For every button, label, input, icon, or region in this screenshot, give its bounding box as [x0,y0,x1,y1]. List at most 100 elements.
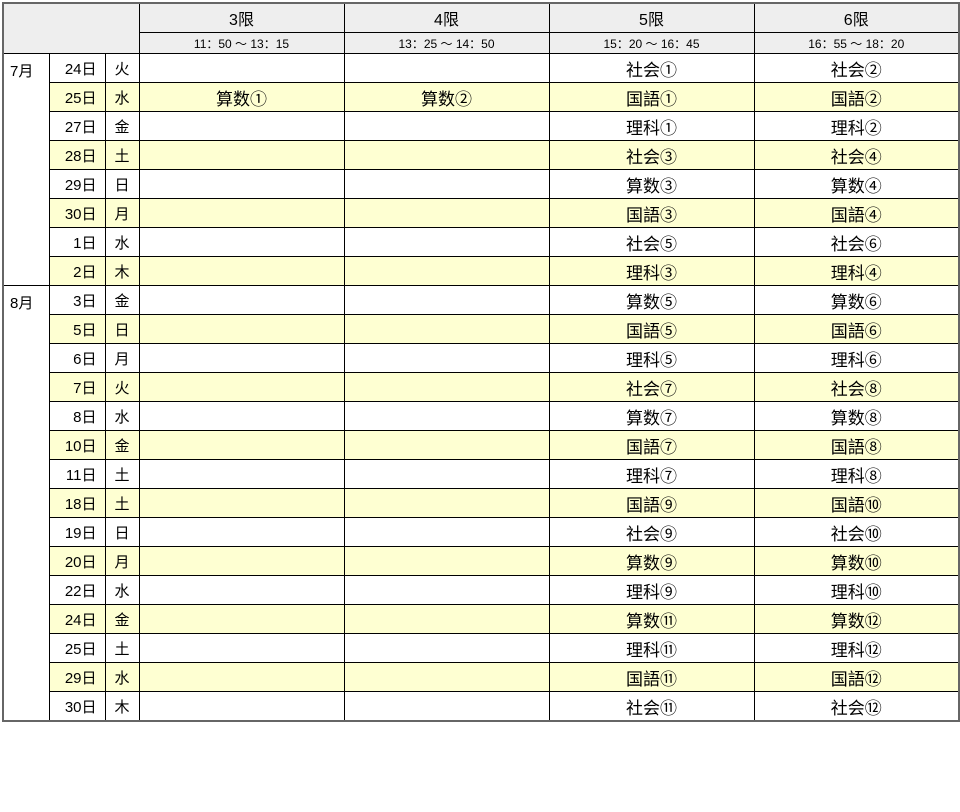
slot-cell [344,112,549,141]
slot-cell: 国語⑥ [754,315,959,344]
slot-cell: 理科② [754,112,959,141]
period-time: 11：50 ～ 13：15 [139,33,344,54]
period-time: 13：25 ～ 14：50 [344,33,549,54]
slot-cell [139,431,344,460]
slot-cell: 社会⑩ [754,518,959,547]
slot-cell [344,373,549,402]
slot-cell: 理科① [549,112,754,141]
table-row: 24日金算数⑪算数⑫ [3,605,959,634]
table-row: 18日土国語⑨国語⑩ [3,489,959,518]
day-of-week-cell: 火 [105,373,139,402]
table-row: 7日火 社会⑦社会⑧ [3,373,959,402]
day-of-week-cell: 月 [105,344,139,373]
slot-cell [344,315,549,344]
slot-cell [139,315,344,344]
period-header: 5限 [549,3,754,33]
slot-cell: 理科⑩ [754,576,959,605]
slot-cell [344,489,549,518]
day-of-week-cell: 日 [105,170,139,199]
table-row: 11日土理科⑦理科⑧ [3,460,959,489]
slot-cell [344,141,549,170]
day-cell: 2日 [49,257,105,286]
slot-cell [139,576,344,605]
slot-cell [344,257,549,286]
day-cell: 19日 [49,518,105,547]
table-row: 28日土社会③社会④ [3,141,959,170]
table-row: 30日木社会⑪社会⑫ [3,692,959,722]
day-of-week-cell: 金 [105,112,139,141]
slot-cell [344,634,549,663]
day-cell: 10日 [49,431,105,460]
slot-cell: 理科⑥ [754,344,959,373]
slot-cell: 国語⑦ [549,431,754,460]
day-cell: 7日 [49,373,105,402]
header-blank-corner [3,3,139,54]
slot-cell [344,547,549,576]
day-of-week-cell: 火 [105,54,139,83]
period-header: 4限 [344,3,549,33]
slot-cell: 理科⑫ [754,634,959,663]
slot-cell: 算数③ [549,170,754,199]
slot-cell: 理科⑧ [754,460,959,489]
schedule-table: 3限 4限 5限 6限 11：50 ～ 13：15 13：25 ～ 14：50 … [2,2,960,722]
slot-cell [344,199,549,228]
day-cell: 25日 [49,83,105,112]
slot-cell: 理科⑨ [549,576,754,605]
slot-cell [139,228,344,257]
slot-cell: 社会⑦ [549,373,754,402]
day-of-week-cell: 金 [105,605,139,634]
table-row: 10日金国語⑦国語⑧ [3,431,959,460]
slot-cell [139,518,344,547]
schedule-body: 7月24日火社会①社会②25日水算数①算数②国語①国語②27日金理科①理科②28… [3,54,959,722]
table-row: 22日水理科⑨理科⑩ [3,576,959,605]
slot-cell [344,663,549,692]
day-of-week-cell: 水 [105,83,139,112]
day-cell: 20日 [49,547,105,576]
day-cell: 11日 [49,460,105,489]
slot-cell: 社会⑧ [754,373,959,402]
slot-cell [139,170,344,199]
header-row-period: 3限 4限 5限 6限 [3,3,959,33]
slot-cell: 理科⑦ [549,460,754,489]
day-cell: 18日 [49,489,105,518]
slot-cell: 社会⑫ [754,692,959,722]
slot-cell: 社会② [754,54,959,83]
day-of-week-cell: 水 [105,663,139,692]
slot-cell [344,692,549,722]
slot-cell: 算数⑫ [754,605,959,634]
day-of-week-cell: 月 [105,199,139,228]
slot-cell: 算数⑪ [549,605,754,634]
slot-cell [344,228,549,257]
slot-cell: 国語② [754,83,959,112]
slot-cell: 社会④ [754,141,959,170]
table-row: 25日土理科⑪理科⑫ [3,634,959,663]
day-cell: 3日 [49,286,105,315]
slot-cell [139,54,344,83]
slot-cell: 国語⑨ [549,489,754,518]
slot-cell [344,344,549,373]
day-of-week-cell: 水 [105,576,139,605]
slot-cell: 国語⑩ [754,489,959,518]
period-time: 15：20 ～ 16：45 [549,33,754,54]
slot-cell: 算数② [344,83,549,112]
table-row: 30日月国語③国語④ [3,199,959,228]
table-row: 19日日社会⑨社会⑩ [3,518,959,547]
table-row: 8日水算数⑦算数⑧ [3,402,959,431]
table-row: 8月3日金算数⑤算数⑥ [3,286,959,315]
slot-cell: 算数⑩ [754,547,959,576]
table-row: 1日水社会⑤社会⑥ [3,228,959,257]
month-cell: 8月 [3,286,49,722]
day-of-week-cell: 日 [105,315,139,344]
slot-cell [139,605,344,634]
slot-cell [139,199,344,228]
slot-cell [139,634,344,663]
slot-cell: 国語⑪ [549,663,754,692]
slot-cell: 算数① [139,83,344,112]
day-of-week-cell: 土 [105,141,139,170]
slot-cell: 算数⑥ [754,286,959,315]
table-row: 5日日国語⑤国語⑥ [3,315,959,344]
slot-cell [139,286,344,315]
day-of-week-cell: 水 [105,228,139,257]
header-row-time: 11：50 ～ 13：15 13：25 ～ 14：50 15：20 ～ 16：4… [3,33,959,54]
table-row: 20日月算数⑨算数⑩ [3,547,959,576]
